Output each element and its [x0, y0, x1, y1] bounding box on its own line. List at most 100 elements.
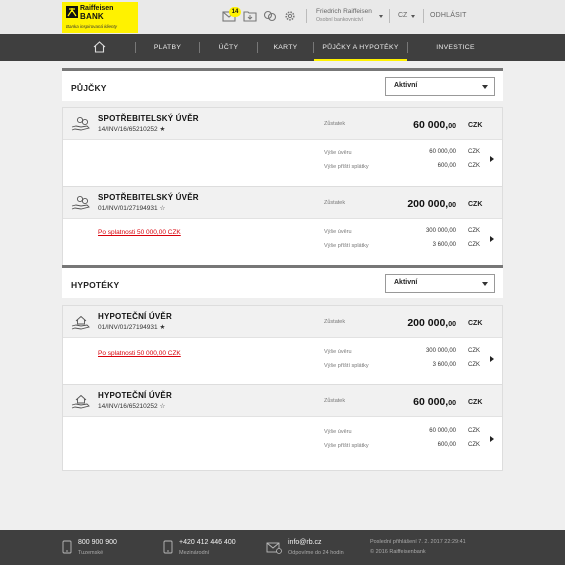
card-title[interactable]: SPOTŘEBITELSKÝ ÚVĚR: [98, 193, 199, 202]
contract-number: 01/INV/01/27194931 ★: [98, 324, 166, 331]
logo-tagline: Banka inspirovaná klienty: [66, 24, 118, 29]
card-summary: SPOTŘEBITELSKÝ ÚVĚR 01/INV/01/27194931 ☆…: [63, 187, 502, 219]
card-summary: HYPOTEČNÍ ÚVĚR 14/INV/16/65210252 ☆ Zůst…: [63, 385, 502, 417]
balance-decimal: 00: [448, 321, 456, 328]
next-payment-label: Výše příští splátky: [324, 443, 369, 449]
next-payment-currency: CZK: [468, 362, 480, 368]
nav-item-karty[interactable]: KARTY: [258, 34, 313, 61]
next-payment-label: Výše příští splátky: [324, 164, 369, 170]
chevron-right-icon[interactable]: [490, 436, 494, 442]
balance-amount: 60 000,00: [413, 119, 456, 131]
balance-decimal: 00: [448, 123, 456, 130]
loans-status-filter[interactable]: Aktivní: [385, 77, 495, 96]
next-payment-value: 600,00: [437, 163, 456, 169]
user-name[interactable]: Friedrich Raiffeisen: [316, 8, 372, 15]
next-payment-value: 3 600,00: [432, 362, 456, 368]
card-summary: HYPOTEČNÍ ÚVĚR 01/INV/01/27194931 ★ Zůst…: [63, 306, 502, 338]
phone-intl-label: Mezinárodní: [179, 550, 210, 556]
house-in-hand-icon: [71, 394, 90, 409]
user-role: Osobní bankovnictví: [316, 17, 364, 23]
loan-card[interactable]: SPOTŘEBITELSKÝ ÚVĚR 01/INV/01/27194931 ☆…: [62, 186, 503, 266]
raiffeisen-logo[interactable]: Raiffeisen BANK Banka inspirovaná klient…: [62, 2, 138, 33]
balance-currency: CZK: [468, 201, 483, 208]
messages-badge: 14: [229, 7, 241, 17]
gear-icon[interactable]: [283, 10, 297, 22]
balance-integer: 60 000,: [413, 396, 449, 408]
phone-local[interactable]: 800 900 900: [78, 539, 117, 546]
chevron-down-icon: [482, 282, 488, 286]
divider: [306, 9, 307, 23]
next-payment-value: 600,00: [437, 442, 456, 448]
loan-amount-label: Výše úvěru: [324, 150, 352, 156]
chevron-right-icon[interactable]: [490, 236, 494, 242]
chevron-right-icon[interactable]: [490, 356, 494, 362]
documents-icon[interactable]: [243, 10, 257, 22]
exchange-icon[interactable]: [263, 10, 277, 22]
card-title[interactable]: SPOTŘEBITELSKÝ ÚVĚR: [98, 114, 199, 123]
email-link[interactable]: info@rb.cz: [288, 539, 322, 546]
balance-amount: 200 000,00: [407, 317, 456, 329]
top-bar: Raiffeisen BANK Banka inspirovaná klient…: [0, 0, 565, 34]
language-select[interactable]: CZ: [398, 12, 407, 19]
phone-icon: [163, 540, 173, 554]
balance-currency: CZK: [468, 399, 483, 406]
nav-home[interactable]: [62, 34, 135, 61]
next-payment-currency: CZK: [468, 163, 480, 169]
loan-amount-label: Výše úvěru: [324, 229, 352, 235]
mortgage-card[interactable]: HYPOTEČNÍ ÚVĚR 01/INV/01/27194931 ★ Zůst…: [62, 305, 503, 385]
loan-amount-currency: CZK: [468, 348, 480, 354]
next-payment-label: Výše příští splátky: [324, 363, 369, 369]
divider: [389, 9, 390, 23]
loan-amount-value: 60 000,00: [429, 428, 456, 434]
overdue-amount[interactable]: Po splatnosti 50 000,00 CZK: [98, 350, 181, 357]
last-login: Poslední přihlášení 7. 2. 2017 22:29:41: [370, 539, 466, 545]
balance-currency: CZK: [468, 122, 483, 129]
chevron-right-icon[interactable]: [490, 156, 494, 162]
chevron-down-icon[interactable]: [379, 15, 383, 18]
contract-number: 14/INV/16/65210252 ★: [98, 126, 166, 133]
filter-value: Aktivní: [394, 82, 418, 89]
balance-label: Zůstatek: [324, 200, 346, 206]
nav-item-ucty[interactable]: ÚČTY: [200, 34, 257, 61]
nav-item-pujcky-a-hypoteky[interactable]: PŮJČKY A HYPOTÉKY: [314, 34, 407, 61]
loan-amount-value: 300 000,00: [425, 228, 456, 234]
balance-label: Zůstatek: [324, 121, 346, 127]
balance-label: Zůstatek: [324, 319, 346, 325]
balance-decimal: 00: [448, 400, 456, 407]
loan-amount-value: 300 000,00: [425, 348, 456, 354]
logout-link[interactable]: ODHLÁSIT: [430, 12, 467, 19]
mortgages-section-header: HYPOTÉKY Aktivní: [62, 265, 503, 298]
card-title[interactable]: HYPOTEČNÍ ÚVĚR: [98, 391, 172, 400]
loan-amount-value: 60 000,00: [429, 149, 456, 155]
copyright: © 2016 Raiffeisenbank: [370, 549, 426, 555]
balance-currency: CZK: [468, 320, 483, 327]
loans-section-header: PŮJČKY Aktivní: [62, 68, 503, 101]
logo-brand-line2: BANK: [80, 12, 104, 21]
mortgages-status-filter[interactable]: Aktivní: [385, 274, 495, 293]
loan-amount-currency: CZK: [468, 428, 480, 434]
phone-local-label: Tuzemské: [78, 550, 104, 556]
mortgage-card[interactable]: HYPOTEČNÍ ÚVĚR 14/INV/16/65210252 ☆ Zůst…: [62, 384, 503, 471]
chevron-down-icon[interactable]: [411, 15, 415, 18]
section-title: HYPOTÉKY: [71, 280, 120, 290]
logo-brand-line1: Raiffeisen: [80, 5, 114, 12]
loan-amount-label: Výše úvěru: [324, 349, 352, 355]
gable-cross-icon: [66, 6, 78, 18]
loan-card[interactable]: SPOTŘEBITELSKÝ ÚVĚR 14/INV/16/65210252 ★…: [62, 107, 503, 187]
overdue-amount[interactable]: Po splatnosti 50 000,00 CZK: [98, 229, 181, 236]
house-in-hand-icon: [71, 315, 90, 330]
next-payment-label: Výše příští splátky: [324, 243, 369, 249]
next-payment-currency: CZK: [468, 442, 480, 448]
nav-item-platby[interactable]: PLATBY: [136, 34, 199, 61]
balance-integer: 60 000,: [413, 119, 449, 131]
coins-in-hand-icon: [71, 116, 90, 131]
phone-intl[interactable]: +420 412 446 400: [179, 539, 236, 546]
email-label: Odpovíme do 24 hodin: [288, 550, 344, 556]
home-icon: [93, 41, 106, 53]
loan-amount-label: Výše úvěru: [324, 429, 352, 435]
next-payment-value: 3 600,00: [432, 242, 456, 248]
nav-item-investice[interactable]: INVESTICE: [408, 34, 503, 61]
section-title: PŮJČKY: [71, 83, 107, 93]
contract-number: 14/INV/16/65210252 ☆: [98, 403, 166, 410]
card-title[interactable]: HYPOTEČNÍ ÚVĚR: [98, 312, 172, 321]
